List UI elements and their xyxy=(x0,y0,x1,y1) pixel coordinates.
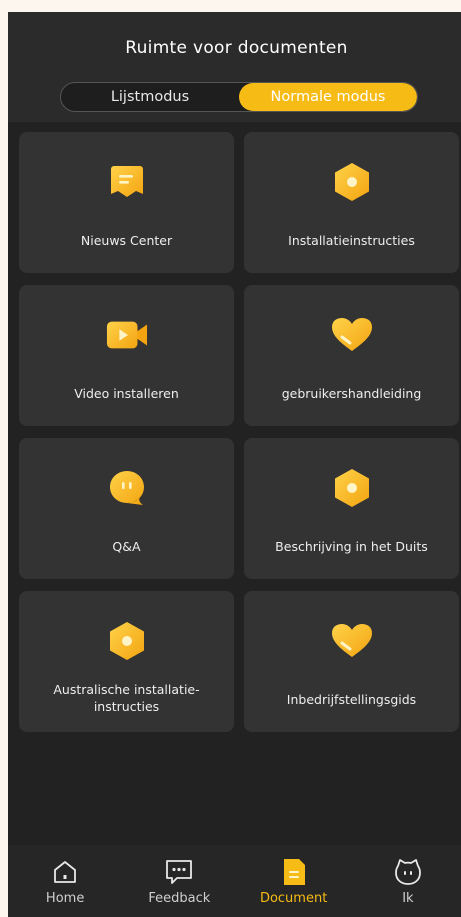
card-label: Beschrijving in het Duits xyxy=(275,539,428,554)
card-australian-instructions[interactable]: Australische installatie- instructies xyxy=(19,591,234,732)
card-commissioning-guide[interactable]: Inbedrijfstellingsgids xyxy=(244,591,459,732)
chat-bubble-icon xyxy=(106,468,148,508)
heart-icon xyxy=(331,621,373,661)
app-screen: Ruimte voor documenten Lijstmodus Normal… xyxy=(8,12,461,917)
header: Ruimte voor documenten Lijstmodus Normal… xyxy=(8,12,461,122)
card-label: gebruikershandleiding xyxy=(281,386,422,401)
tab-profile[interactable]: Ik xyxy=(351,845,461,917)
news-icon xyxy=(106,162,148,202)
feedback-icon xyxy=(164,857,194,887)
card-user-manual[interactable]: gebruikershandleiding xyxy=(244,285,459,426)
hexagon-icon xyxy=(331,468,373,508)
tab-label: Document xyxy=(259,891,328,906)
hexagon-icon xyxy=(106,621,148,661)
heart-icon xyxy=(331,315,373,355)
card-label: Q&A xyxy=(112,539,141,554)
list-mode-option[interactable]: Lijstmodus xyxy=(61,83,239,111)
card-video-install[interactable]: Video installeren xyxy=(19,285,234,426)
hexagon-icon xyxy=(331,162,373,202)
tab-home[interactable]: Home xyxy=(8,845,122,917)
document-grid: Nieuws Center Installatieinstructies Vid… xyxy=(19,132,459,732)
home-icon xyxy=(50,857,80,887)
tab-label: Ik xyxy=(402,891,414,906)
card-news-center[interactable]: Nieuws Center xyxy=(19,132,234,273)
card-label: Nieuws Center xyxy=(80,233,173,248)
document-icon xyxy=(279,857,309,887)
profile-icon xyxy=(393,857,423,887)
card-qa[interactable]: Q&A xyxy=(19,438,234,579)
card-label: Video installeren xyxy=(74,386,179,401)
card-german-description[interactable]: Beschrijving in het Duits xyxy=(244,438,459,579)
tab-label: Feedback xyxy=(148,891,211,906)
tab-document[interactable]: Document xyxy=(237,845,351,917)
mode-switch: Lijstmodus Normale modus xyxy=(60,82,418,112)
card-label: Inbedrijfstellingsgids xyxy=(286,692,417,707)
video-icon xyxy=(106,315,148,355)
normal-mode-option[interactable]: Normale modus xyxy=(239,83,417,111)
card-label: Installatieinstructies xyxy=(288,233,415,248)
bottom-tab-bar: Home Feedback Document Ik xyxy=(8,845,461,917)
page-title: Ruimte voor documenten xyxy=(125,38,348,58)
card-installation-instructions[interactable]: Installatieinstructies xyxy=(244,132,459,273)
card-label: Australische installatie- instructies xyxy=(53,682,200,714)
tab-label: Home xyxy=(45,891,85,906)
tab-feedback[interactable]: Feedback xyxy=(122,845,236,917)
